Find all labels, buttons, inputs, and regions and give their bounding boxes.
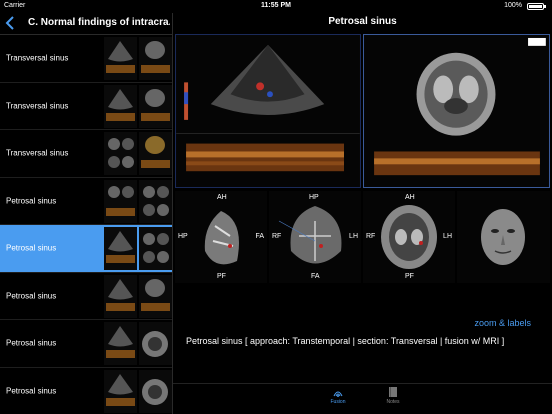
image-caption: Petrosal sinus [ approach: Transtemporal… bbox=[186, 336, 505, 346]
battery-icon bbox=[527, 3, 546, 10]
ultrasound-slice-1[interactable]: AH PF HP FA bbox=[175, 191, 267, 283]
thumbnail-mri bbox=[139, 179, 172, 223]
list-item[interactable]: Petrosal sinus bbox=[0, 320, 172, 368]
thumbnail-mri bbox=[139, 37, 172, 80]
status-bar: Carrier 11:55 PM 100% bbox=[0, 0, 552, 13]
clock: 11:55 PM bbox=[261, 2, 291, 9]
thumbnail-mri bbox=[139, 84, 172, 128]
list-item[interactable]: Transversal sinus bbox=[0, 83, 172, 130]
list-item-label: Petrosal sinus bbox=[6, 291, 57, 301]
sidebar: C. Normal findings of intracra... Transv… bbox=[0, 13, 173, 414]
slice-2-top-label: HP bbox=[309, 194, 319, 201]
thumbnail-mri bbox=[139, 132, 172, 175]
face-3d-render[interactable] bbox=[457, 191, 550, 283]
thumbnail-ultrasound bbox=[104, 369, 137, 413]
ultrasound-doppler-image[interactable] bbox=[175, 34, 361, 188]
sidebar-title: C. Normal findings of intracra... bbox=[28, 17, 170, 28]
battery-percent: 100% bbox=[504, 2, 522, 9]
list-item-label: Petrosal sinus bbox=[6, 386, 57, 396]
list-item-label: Petrosal sinus bbox=[6, 196, 57, 206]
page-title: Petrosal sinus bbox=[328, 16, 397, 27]
thumbnail-mri bbox=[139, 322, 172, 365]
list-item[interactable]: Transversal sinus bbox=[0, 35, 172, 83]
thumbnail-ultrasound bbox=[104, 274, 137, 318]
list-item-label: Transversal sinus bbox=[6, 148, 69, 158]
list-item[interactable]: Petrosal sinus bbox=[0, 273, 172, 320]
slice-3-bottom-label: PF bbox=[405, 273, 414, 280]
slice-1-bottom-label: PF bbox=[217, 273, 226, 280]
slice-3-right-label: LH bbox=[443, 233, 452, 240]
slice-2-left-label: RF bbox=[272, 233, 282, 240]
ultrasound-slice-2[interactable]: HP FA RF LH bbox=[269, 191, 361, 283]
fusion-icon bbox=[333, 391, 343, 397]
ultrasound-slice-3[interactable]: AH PF RF LH bbox=[363, 191, 455, 283]
tab-fusion-label: Fusion bbox=[330, 399, 346, 405]
list-item-label: Transversal sinus bbox=[6, 53, 69, 63]
list-item[interactable]: Transversal sinus bbox=[0, 130, 172, 178]
list-item-selected[interactable]: Petrosal sinus bbox=[0, 225, 172, 273]
list-item-label: Petrosal sinus bbox=[6, 338, 57, 348]
thumbnail-ultrasound bbox=[104, 132, 137, 175]
slice-3-top-label: AH bbox=[405, 194, 415, 201]
thumbnail-ultrasound bbox=[104, 179, 137, 223]
slice-3-left-label: RF bbox=[366, 233, 376, 240]
sidebar-nav-bar: C. Normal findings of intracra... bbox=[0, 13, 172, 35]
list-item-label: Transversal sinus bbox=[6, 101, 69, 111]
slice-1-right-label: FA bbox=[255, 233, 264, 240]
back-chevron-icon[interactable] bbox=[4, 16, 16, 30]
slice-2-right-label: LH bbox=[349, 233, 358, 240]
mri-image[interactable] bbox=[363, 34, 550, 188]
notes-icon bbox=[389, 387, 397, 397]
thumbnail-ultrasound bbox=[104, 322, 137, 365]
thumbnail-ultrasound bbox=[104, 84, 137, 128]
tab-notes-label: Notes bbox=[386, 399, 400, 405]
thumbnail-mri bbox=[139, 227, 172, 270]
slice-1-top-label: AH bbox=[217, 194, 227, 201]
tab-fusion[interactable]: Fusion bbox=[318, 386, 358, 405]
thumbnail-ultrasound bbox=[104, 227, 137, 270]
thumbnail-ultrasound bbox=[104, 37, 137, 80]
thumbnail-mri bbox=[139, 369, 172, 413]
slice-1-left-label: HP bbox=[178, 233, 188, 240]
list-item[interactable]: Petrosal sinus bbox=[0, 178, 172, 225]
zoom-labels-link[interactable]: zoom & labels bbox=[474, 318, 531, 328]
tab-bar: Fusion Notes bbox=[173, 383, 552, 414]
list-item-label: Petrosal sinus bbox=[6, 243, 57, 253]
main-content: Petrosal sinus AH PF HP FA HP FA RF LH A… bbox=[173, 13, 552, 414]
slice-2-bottom-label: FA bbox=[311, 273, 320, 280]
thumbnail-mri bbox=[139, 274, 172, 318]
tab-notes[interactable]: Notes bbox=[373, 386, 413, 405]
list-item[interactable]: Petrosal sinus bbox=[0, 368, 172, 414]
